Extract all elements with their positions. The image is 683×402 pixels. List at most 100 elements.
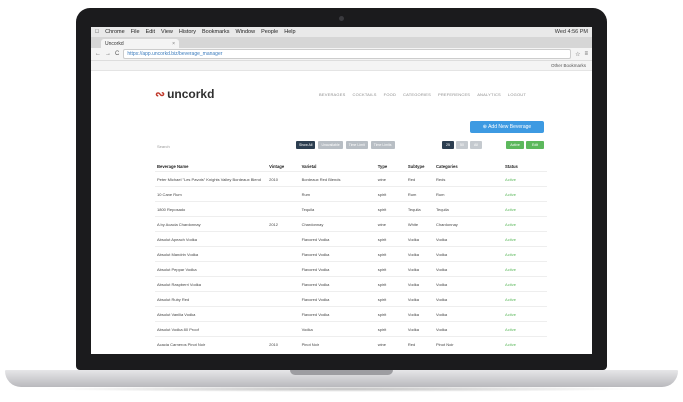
cell-vintage	[267, 186, 300, 202]
table-row[interactable]: Absolut Ruby Red Flavored Vodka spirit Vodk…	[155, 291, 547, 307]
col-categories[interactable]: Categories	[434, 161, 503, 172]
cell-status[interactable]: Active	[503, 321, 547, 337]
apple-icon[interactable]: 	[95, 29, 99, 35]
col-subtype[interactable]: Subtype	[406, 161, 434, 172]
cell-status[interactable]: Active	[503, 306, 547, 322]
filter-show-all[interactable]: Show All	[296, 141, 316, 149]
cell-status[interactable]: Active	[503, 336, 547, 351]
col-type[interactable]: Type	[376, 161, 406, 172]
filter-time-limits[interactable]: Time Limits	[370, 141, 395, 149]
cell-varietal: Rum	[299, 186, 376, 202]
nav-analytics[interactable]: ANALYTICS	[477, 92, 501, 97]
page-size-all[interactable]: All	[470, 141, 482, 149]
app-page: ∾ uncorkd BEVERAGES COCKTAILS FOOD CATEG…	[91, 71, 592, 351]
col-varietal[interactable]: Varietal	[300, 161, 376, 172]
close-icon[interactable]: ×	[172, 41, 175, 47]
menu-view[interactable]: View	[161, 29, 173, 35]
page-size-buttons: 25 50 All	[442, 141, 482, 149]
tab-strip: Uncorkd ×	[91, 37, 592, 48]
cell-beverage-name[interactable]: Absolut Peppar Vodka	[155, 261, 268, 277]
table-row[interactable]: Absolut Raspberri Vodka Flavored Vodka spi…	[155, 276, 547, 292]
nav-cocktails[interactable]: COCKTAILS	[352, 92, 376, 97]
cell-subtype: Vodka	[405, 231, 434, 247]
col-status[interactable]: Status	[503, 161, 547, 172]
cell-status[interactable]: Active	[503, 261, 547, 277]
add-beverage-button[interactable]: ⊕ Add New Beverage	[470, 121, 544, 133]
menu-people[interactable]: People	[261, 29, 278, 35]
cell-status[interactable]: Active	[503, 276, 547, 292]
cell-type: spirit	[375, 201, 406, 217]
cell-beverage-name[interactable]: Absolut Mandrin Vodka	[155, 246, 268, 262]
page-size-50[interactable]: 50	[456, 141, 468, 149]
star-icon[interactable]: ☆	[575, 51, 580, 58]
cell-beverage-name[interactable]: 1800 Reposado	[155, 201, 268, 217]
cell-beverage-name[interactable]: Absolut Vanilia Vodka	[155, 306, 268, 322]
table-row[interactable]: Acacia Carneros Pinot Noir 2010 Pinot Noir…	[155, 336, 547, 351]
cell-vintage	[267, 231, 300, 247]
menu-history[interactable]: History	[179, 29, 196, 35]
menu-file[interactable]: File	[131, 29, 140, 35]
cell-categories: Vodka	[434, 231, 504, 247]
status-active-button[interactable]: Active	[506, 141, 524, 149]
table-row[interactable]: Absolut Vodka 80 Proof Vodka spirit Vodka Vo…	[155, 321, 547, 337]
nav-preferences[interactable]: PREFERENCES	[438, 92, 470, 97]
filter-unavailable[interactable]: Unavailable	[318, 141, 343, 149]
cell-status[interactable]: Active	[503, 291, 547, 307]
cell-beverage-name[interactable]: Peter Michael "Les Pavots" Knights Valle…	[155, 171, 268, 187]
table-row[interactable]: Absolut Vanilia Vodka Flavored Vodka spiri…	[155, 306, 547, 322]
cell-status[interactable]: Active	[503, 201, 547, 217]
cell-status[interactable]: Active	[503, 231, 547, 247]
table-row[interactable]: Peter Michael "Les Pavots" Knights Valle…	[155, 171, 547, 187]
cell-categories: Vodka	[434, 246, 504, 262]
page-size-25[interactable]: 25	[442, 141, 454, 149]
table-row[interactable]: Absolut Apeach Vodka Flavored Vodka spirit…	[155, 231, 547, 247]
filter-time-limit[interactable]: Time Limit	[345, 141, 368, 149]
status-edit-button[interactable]: Edit	[526, 141, 544, 149]
search-input[interactable]: Search	[157, 144, 170, 149]
col-vintage[interactable]: Vintage	[267, 161, 299, 172]
cell-beverage-name[interactable]: Absolut Raspberri Vodka	[155, 276, 268, 292]
cell-status[interactable]: Active	[503, 186, 547, 202]
cell-beverage-name[interactable]: 10 Cane Rum	[155, 186, 268, 202]
nav-categories[interactable]: CATEGORIES	[403, 92, 431, 97]
table-row[interactable]: 10 Cane Rum Rum spirit Rum Rum Active	[155, 186, 547, 202]
cell-categories: Vodka	[434, 306, 504, 322]
nav-logout[interactable]: LOGOUT	[508, 92, 526, 97]
reload-icon[interactable]: C	[115, 51, 119, 57]
laptop-notch	[290, 370, 393, 375]
other-bookmarks[interactable]: Other Bookmarks	[551, 63, 586, 68]
menubar-clock[interactable]: Wed 4:56 PM	[555, 29, 588, 35]
col-beverage-name[interactable]: Beverage Name	[155, 161, 267, 172]
table-header-row: Beverage Name Vintage Varietal Type Subt…	[155, 161, 547, 172]
table-row[interactable]: Absolut Mandrin Vodka Flavored Vodka spiri…	[155, 246, 547, 262]
forward-icon[interactable]: →	[105, 51, 111, 57]
back-icon[interactable]: ←	[95, 51, 101, 57]
cell-subtype: Red	[405, 336, 434, 351]
table-row[interactable]: Absolut Peppar Vodka Flavored Vodka spirit…	[155, 261, 547, 277]
cell-beverage-name[interactable]: A by Acacia Chardonnay	[155, 216, 268, 232]
cell-beverage-name[interactable]: Acacia Carneros Pinot Noir	[155, 336, 268, 351]
cell-status[interactable]: Active	[503, 246, 547, 262]
cell-beverage-name[interactable]: Absolut Apeach Vodka	[155, 231, 268, 247]
menu-bookmarks[interactable]: Bookmarks	[202, 29, 230, 35]
cell-vintage: 2010	[267, 336, 300, 351]
url-input[interactable]: https://app.uncorkd.biz/beverage_manager	[123, 49, 572, 59]
nav-food[interactable]: FOOD	[384, 92, 396, 97]
menu-help[interactable]: Help	[284, 29, 295, 35]
cell-status[interactable]: Active	[503, 216, 547, 232]
cell-status[interactable]: Active	[503, 171, 547, 187]
menu-edit[interactable]: Edit	[146, 29, 155, 35]
table-row[interactable]: A by Acacia Chardonnay 2012 Chardonnay wine…	[155, 216, 547, 232]
menu-chrome[interactable]: Chrome	[105, 29, 125, 35]
cell-beverage-name[interactable]: Absolut Vodka 80 Proof	[155, 321, 268, 337]
brand-logo[interactable]: ∾ uncorkd	[155, 87, 214, 101]
menu-window[interactable]: Window	[236, 29, 256, 35]
table-row[interactable]: 1800 Reposado Tequila spirit Tequila Tequila…	[155, 201, 547, 217]
cell-varietal: Flavored Vodka	[299, 291, 376, 307]
menu-icon[interactable]: ≡	[584, 51, 588, 57]
nav-beverages[interactable]: BEVERAGES	[319, 92, 345, 97]
cell-categories: Vodka	[434, 276, 504, 292]
cell-beverage-name[interactable]: Absolut Ruby Red	[155, 291, 268, 307]
browser-tab[interactable]: Uncorkd ×	[101, 39, 179, 48]
cell-subtype: Vodka	[405, 261, 434, 277]
